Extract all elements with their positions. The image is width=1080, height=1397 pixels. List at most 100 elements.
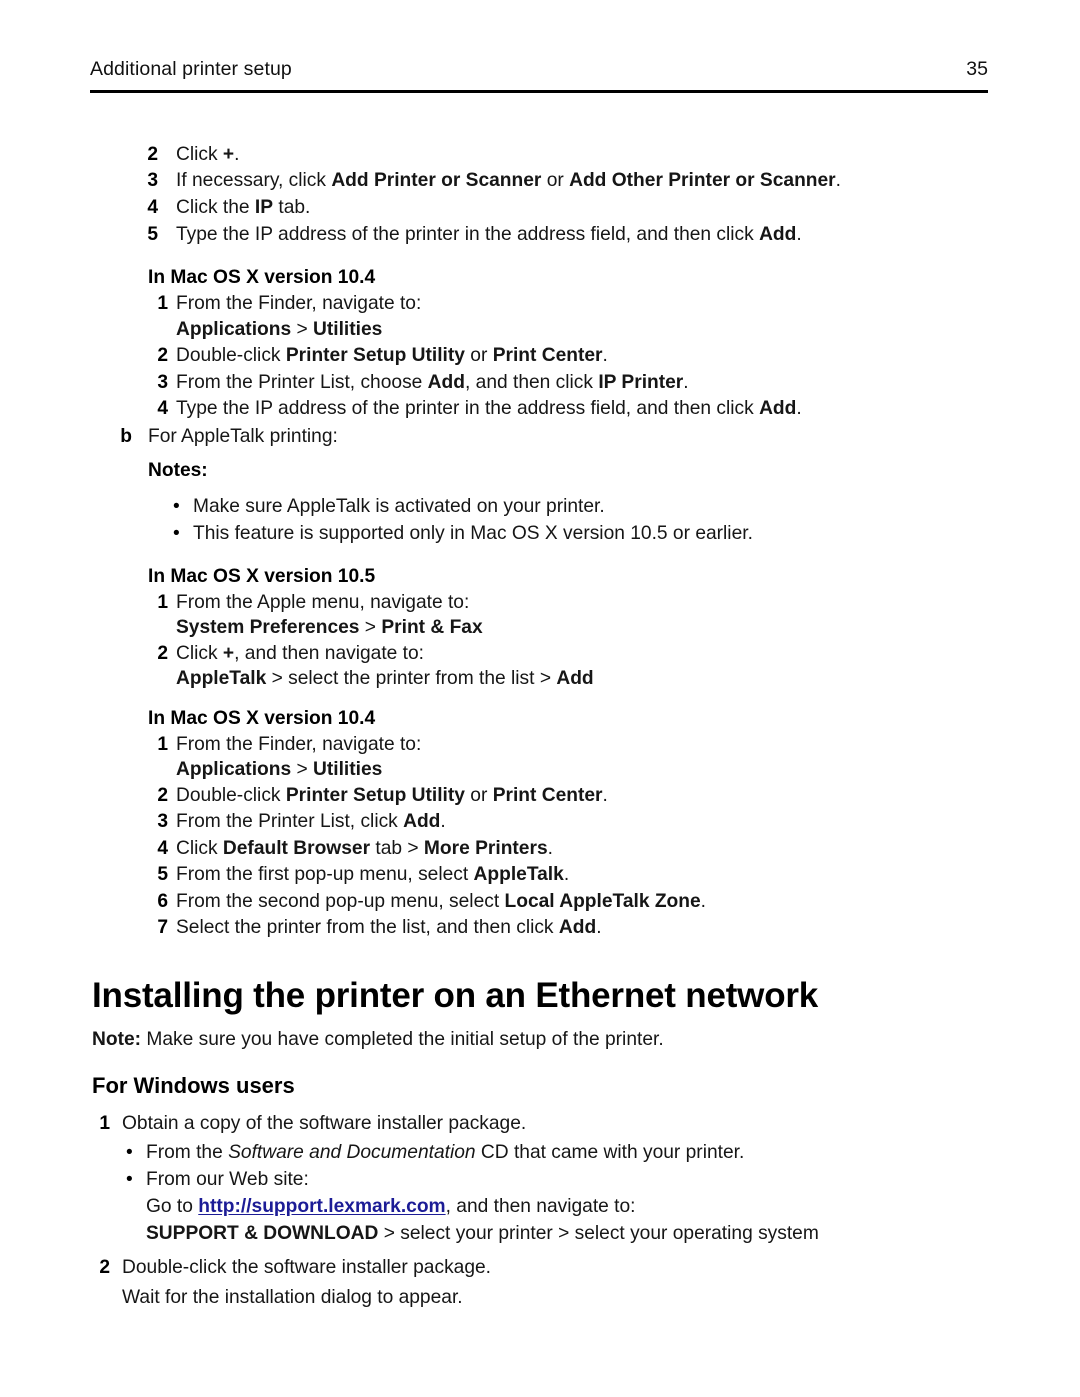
text-run-bold: Applications xyxy=(176,759,292,780)
goto-line: Go to http://support.lexmark.com, and th… xyxy=(146,1194,636,1220)
list-marker: 1 xyxy=(157,592,168,613)
list-marker: 2 xyxy=(157,643,168,664)
navigation-path: AppleTalk > select the printer from the … xyxy=(176,666,594,692)
list-item: Click +, and then navigate to: xyxy=(176,641,424,667)
bullet-icon: • xyxy=(126,1169,133,1190)
bullet-icon: • xyxy=(173,523,180,544)
text-run-bold: Print Center xyxy=(492,345,603,366)
text-run-bold: Default Browser xyxy=(222,838,371,859)
text-run-bold: Add xyxy=(403,811,441,832)
text-run-bold: Add xyxy=(427,372,465,393)
list-item: For AppleTalk printing: xyxy=(148,426,338,447)
page-number: 35 xyxy=(966,58,988,80)
text-run-bold: Add Other Printer or Scanner xyxy=(569,170,836,191)
text-run: , and then navigate to: xyxy=(234,643,425,664)
list-marker: 2 xyxy=(147,144,158,165)
list-marker: 4 xyxy=(147,197,158,218)
text-run: From the Printer List, choose xyxy=(176,372,428,393)
text-run-bold: AppleTalk xyxy=(473,864,564,885)
text-run: tab. xyxy=(273,197,311,218)
list-marker: 1 xyxy=(99,1113,110,1134)
list-item: Type the IP address of the printer in th… xyxy=(176,396,802,422)
text-run-bold: Printer Setup Utility xyxy=(285,785,465,806)
document-page: Additional printer setup 35 2 Click +. 3… xyxy=(0,0,1080,1397)
list-item: From the first pop-up menu, select Apple… xyxy=(176,862,569,888)
list-item: From the Finder, navigate to: xyxy=(176,293,422,314)
text-run: Make sure you have completed the initial… xyxy=(141,1029,664,1050)
text-run-bold: Print Center xyxy=(492,785,603,806)
list-item: If necessary, click Add Printer or Scann… xyxy=(176,168,841,194)
path-separator: > xyxy=(359,617,382,638)
list-marker-letter: b xyxy=(120,426,132,447)
text-run: Double-click xyxy=(176,785,286,806)
text-run-bold: + xyxy=(222,643,235,664)
list-marker: 2 xyxy=(157,785,168,806)
list-item: This feature is supported only in Mac OS… xyxy=(193,523,753,544)
text-run: Type the IP address of the printer in th… xyxy=(176,398,760,419)
text-run-bold: IP Printer xyxy=(598,372,684,393)
header-divider xyxy=(90,90,988,93)
subsection-heading-mac-10-4-second: In Mac OS X version 10.4 xyxy=(148,708,376,729)
note-paragraph: Note: Make sure you have completed the i… xyxy=(92,1027,664,1053)
list-item: From the Printer List, choose Add, and t… xyxy=(176,370,689,396)
text-run: . xyxy=(700,891,707,912)
text-run: . xyxy=(602,345,608,366)
list-marker: 2 xyxy=(99,1257,110,1278)
text-run: . xyxy=(547,838,553,859)
list-item: Double-click Printer Setup Utility or Pr… xyxy=(176,783,608,809)
text-run-bold: Applications xyxy=(176,319,292,340)
list-item: Obtain a copy of the software installer … xyxy=(122,1113,527,1134)
text-run-bold: + xyxy=(222,144,235,165)
support-site-link[interactable]: http://support.lexmark.com xyxy=(198,1196,445,1217)
list-marker: 5 xyxy=(147,224,158,245)
list-marker: 3 xyxy=(157,811,168,832)
note-label: Note: xyxy=(92,1029,142,1050)
text-run: . xyxy=(683,372,689,393)
text-run: . xyxy=(796,398,802,419)
text-run: . xyxy=(596,917,602,938)
list-marker: 1 xyxy=(157,293,168,314)
text-run: or xyxy=(541,170,570,191)
list-item: Type the IP address of the printer in th… xyxy=(176,222,802,248)
list-marker: 5 xyxy=(157,864,168,885)
text-run: , and then navigate to: xyxy=(445,1196,636,1217)
text-run: . xyxy=(440,811,446,832)
list-marker: 3 xyxy=(147,170,158,191)
text-run: . xyxy=(835,170,841,191)
list-item: Select the printer from the list, and th… xyxy=(176,915,602,941)
text-run: , and then click xyxy=(464,372,599,393)
list-item: From the Finder, navigate to: xyxy=(176,734,422,755)
list-item: From our Web site: xyxy=(146,1169,309,1190)
list-marker: 1 xyxy=(157,734,168,755)
bullet-icon: • xyxy=(173,496,180,517)
text-run-bold: More Printers xyxy=(423,838,548,859)
list-item: From the Printer List, click Add. xyxy=(176,809,446,835)
path-separator: > xyxy=(291,319,314,340)
text-run: Double-click xyxy=(176,345,286,366)
text-run: Click the xyxy=(176,197,255,218)
text-run-italic: Software and Documentation xyxy=(228,1142,476,1163)
text-run-bold: Add xyxy=(759,224,797,245)
text-run: From the xyxy=(146,1142,229,1163)
list-item: Click +. xyxy=(176,142,239,168)
list-marker: 2 xyxy=(157,345,168,366)
text-run: From the first pop-up menu, select xyxy=(176,864,474,885)
list-marker: 4 xyxy=(157,398,168,419)
text-run-bold: Print & Fax xyxy=(381,617,483,638)
text-run: If necessary, click xyxy=(176,170,332,191)
list-item: From the Apple menu, navigate to: xyxy=(176,592,470,613)
list-item: Click Default Browser tab > More Printer… xyxy=(176,836,553,862)
text-run-bold: Add xyxy=(556,668,594,689)
navigation-path: SUPPORT & DOWNLOAD > select your printer… xyxy=(146,1221,819,1247)
list-marker: 7 xyxy=(157,917,168,938)
notes-label: Notes: xyxy=(148,460,208,481)
text-run: Click xyxy=(176,643,223,664)
navigation-path: System Preferences > Print & Fax xyxy=(176,615,483,641)
text-run-bold: Utilities xyxy=(313,319,383,340)
bullet-icon: • xyxy=(126,1142,133,1163)
list-marker: 4 xyxy=(157,838,168,859)
text-run-bold: IP xyxy=(254,197,274,218)
page-title: Installing the printer on an Ethernet ne… xyxy=(92,976,819,1015)
text-run: Go to xyxy=(146,1196,199,1217)
text-run-bold: Utilities xyxy=(313,759,383,780)
